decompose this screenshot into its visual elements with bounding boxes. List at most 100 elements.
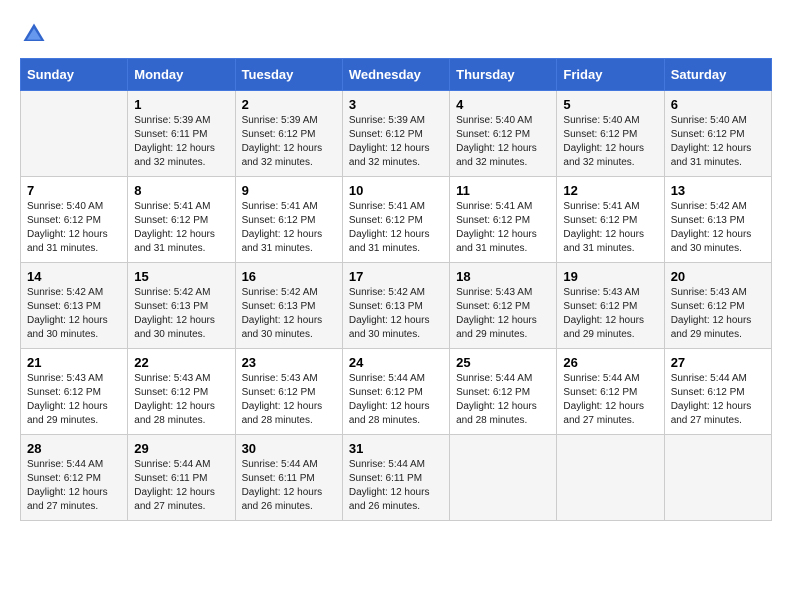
day-number: 4 (456, 97, 550, 112)
day-info: Sunrise: 5:44 AMSunset: 6:11 PMDaylight:… (349, 458, 443, 514)
day-info: Sunrise: 5:39 AMSunset: 6:11 PMDaylight:… (134, 114, 228, 170)
day-info: Sunrise: 5:41 AMSunset: 6:12 PMDaylight:… (134, 200, 228, 256)
calendar-cell: 27Sunrise: 5:44 AMSunset: 6:12 PMDayligh… (664, 349, 771, 435)
calendar-cell (664, 435, 771, 521)
calendar-cell: 2 Sunrise: 5:39 AMSunset: 6:12 PMDaylight… (235, 91, 342, 177)
day-number: 20 (671, 269, 765, 284)
day-info: Sunrise: 5:42 AMSunset: 6:13 PMDaylight:… (134, 286, 228, 342)
calendar-cell: 7Sunrise: 5:40 AMSunset: 6:12 PMDaylight… (21, 177, 128, 263)
calendar-cell (21, 91, 128, 177)
day-info: Sunrise: 5:44 AMSunset: 6:12 PMDaylight:… (671, 372, 765, 428)
day-info: Sunrise: 5:44 AMSunset: 6:12 PMDaylight:… (349, 372, 443, 428)
calendar-cell: 4 Sunrise: 5:40 AMSunset: 6:12 PMDaylight… (450, 91, 557, 177)
day-info: Sunrise: 5:42 AMSunset: 6:13 PMDaylight:… (349, 286, 443, 342)
day-info: Sunrise: 5:44 AMSunset: 6:11 PMDaylight:… (134, 458, 228, 514)
calendar-cell: 29 Sunrise: 5:44 AMSunset: 6:11 PMDayligh… (128, 435, 235, 521)
day-info: Sunrise: 5:43 AMSunset: 6:12 PMDaylight:… (134, 372, 228, 428)
day-header-tuesday: Tuesday (235, 59, 342, 91)
calendar-cell: 21 Sunrise: 5:43 AMSunset: 6:12 PMDayligh… (21, 349, 128, 435)
day-info: Sunrise: 5:41 AMSunset: 6:12 PMDaylight:… (563, 200, 657, 256)
calendar-cell: 15Sunrise: 5:42 AMSunset: 6:13 PMDayligh… (128, 263, 235, 349)
calendar-week-4: 28 Sunrise: 5:44 AMSunset: 6:12 PMDayligh… (21, 435, 772, 521)
calendar-cell: 10 Sunrise: 5:41 AMSunset: 6:12 PMDayligh… (342, 177, 449, 263)
calendar-cell: 23 Sunrise: 5:43 AMSunset: 6:12 PMDayligh… (235, 349, 342, 435)
day-header-friday: Friday (557, 59, 664, 91)
calendar-week-0: 1 Sunrise: 5:39 AMSunset: 6:11 PMDaylight… (21, 91, 772, 177)
logo (20, 20, 52, 48)
calendar-cell: 6Sunrise: 5:40 AMSunset: 6:12 PMDaylight… (664, 91, 771, 177)
day-info: Sunrise: 5:43 AMSunset: 6:12 PMDaylight:… (456, 286, 550, 342)
day-number: 17 (349, 269, 443, 284)
calendar-week-2: 14 Sunrise: 5:42 AMSunset: 6:13 PMDayligh… (21, 263, 772, 349)
day-number: 5 (563, 97, 657, 112)
day-info: Sunrise: 5:40 AMSunset: 6:12 PMDaylight:… (563, 114, 657, 170)
day-number: 21 (27, 355, 121, 370)
day-number: 14 (27, 269, 121, 284)
calendar-cell: 5 Sunrise: 5:40 AMSunset: 6:12 PMDaylight… (557, 91, 664, 177)
day-number: 12 (563, 183, 657, 198)
day-info: Sunrise: 5:43 AMSunset: 6:12 PMDaylight:… (242, 372, 336, 428)
calendar-cell: 16 Sunrise: 5:42 AMSunset: 6:13 PMDayligh… (235, 263, 342, 349)
calendar-cell: 14 Sunrise: 5:42 AMSunset: 6:13 PMDayligh… (21, 263, 128, 349)
day-info: Sunrise: 5:40 AMSunset: 6:12 PMDaylight:… (456, 114, 550, 170)
day-info: Sunrise: 5:43 AMSunset: 6:12 PMDaylight:… (671, 286, 765, 342)
day-number: 22 (134, 355, 228, 370)
day-number: 29 (134, 441, 228, 456)
day-info: Sunrise: 5:44 AMSunset: 6:12 PMDaylight:… (563, 372, 657, 428)
day-info: Sunrise: 5:42 AMSunset: 6:13 PMDaylight:… (27, 286, 121, 342)
day-info: Sunrise: 5:44 AMSunset: 6:12 PMDaylight:… (27, 458, 121, 514)
day-number: 9 (242, 183, 336, 198)
day-number: 8 (134, 183, 228, 198)
day-info: Sunrise: 5:41 AMSunset: 6:12 PMDaylight:… (349, 200, 443, 256)
logo-icon (20, 20, 48, 48)
calendar-table: SundayMondayTuesdayWednesdayThursdayFrid… (20, 58, 772, 521)
day-header-thursday: Thursday (450, 59, 557, 91)
day-header-saturday: Saturday (664, 59, 771, 91)
calendar-week-3: 21 Sunrise: 5:43 AMSunset: 6:12 PMDayligh… (21, 349, 772, 435)
day-header-sunday: Sunday (21, 59, 128, 91)
day-header-wednesday: Wednesday (342, 59, 449, 91)
calendar-cell: 25Sunrise: 5:44 AMSunset: 6:12 PMDayligh… (450, 349, 557, 435)
day-info: Sunrise: 5:43 AMSunset: 6:12 PMDaylight:… (563, 286, 657, 342)
day-number: 13 (671, 183, 765, 198)
calendar-cell: 31 Sunrise: 5:44 AMSunset: 6:11 PMDayligh… (342, 435, 449, 521)
day-number: 10 (349, 183, 443, 198)
day-number: 18 (456, 269, 550, 284)
day-number: 3 (349, 97, 443, 112)
day-number: 24 (349, 355, 443, 370)
calendar-cell: 24 Sunrise: 5:44 AMSunset: 6:12 PMDayligh… (342, 349, 449, 435)
day-number: 6 (671, 97, 765, 112)
day-header-monday: Monday (128, 59, 235, 91)
day-number: 1 (134, 97, 228, 112)
day-info: Sunrise: 5:44 AMSunset: 6:11 PMDaylight:… (242, 458, 336, 514)
calendar-header-row: SundayMondayTuesdayWednesdayThursdayFrid… (21, 59, 772, 91)
calendar-cell: 17 Sunrise: 5:42 AMSunset: 6:13 PMDayligh… (342, 263, 449, 349)
calendar-cell: 11 Sunrise: 5:41 AMSunset: 6:12 PMDayligh… (450, 177, 557, 263)
calendar-cell: 22 Sunrise: 5:43 AMSunset: 6:12 PMDayligh… (128, 349, 235, 435)
day-info: Sunrise: 5:43 AMSunset: 6:12 PMDaylight:… (27, 372, 121, 428)
calendar-cell: 1 Sunrise: 5:39 AMSunset: 6:11 PMDaylight… (128, 91, 235, 177)
day-info: Sunrise: 5:39 AMSunset: 6:12 PMDaylight:… (349, 114, 443, 170)
day-number: 23 (242, 355, 336, 370)
calendar-cell: 28 Sunrise: 5:44 AMSunset: 6:12 PMDayligh… (21, 435, 128, 521)
day-number: 16 (242, 269, 336, 284)
calendar-cell: 20 Sunrise: 5:43 AMSunset: 6:12 PMDayligh… (664, 263, 771, 349)
day-info: Sunrise: 5:41 AMSunset: 6:12 PMDaylight:… (456, 200, 550, 256)
day-number: 30 (242, 441, 336, 456)
calendar-cell (450, 435, 557, 521)
day-info: Sunrise: 5:42 AMSunset: 6:13 PMDaylight:… (242, 286, 336, 342)
calendar-cell: 8 Sunrise: 5:41 AMSunset: 6:12 PMDaylight… (128, 177, 235, 263)
calendar-cell: 3 Sunrise: 5:39 AMSunset: 6:12 PMDaylight… (342, 91, 449, 177)
calendar-cell: 26Sunrise: 5:44 AMSunset: 6:12 PMDayligh… (557, 349, 664, 435)
day-info: Sunrise: 5:42 AMSunset: 6:13 PMDaylight:… (671, 200, 765, 256)
day-number: 28 (27, 441, 121, 456)
day-number: 31 (349, 441, 443, 456)
day-number: 2 (242, 97, 336, 112)
day-number: 7 (27, 183, 121, 198)
page-header (20, 20, 772, 48)
day-info: Sunrise: 5:39 AMSunset: 6:12 PMDaylight:… (242, 114, 336, 170)
calendar-cell: 9Sunrise: 5:41 AMSunset: 6:12 PMDaylight… (235, 177, 342, 263)
calendar-cell: 12 Sunrise: 5:41 AMSunset: 6:12 PMDayligh… (557, 177, 664, 263)
day-number: 11 (456, 183, 550, 198)
day-number: 25 (456, 355, 550, 370)
